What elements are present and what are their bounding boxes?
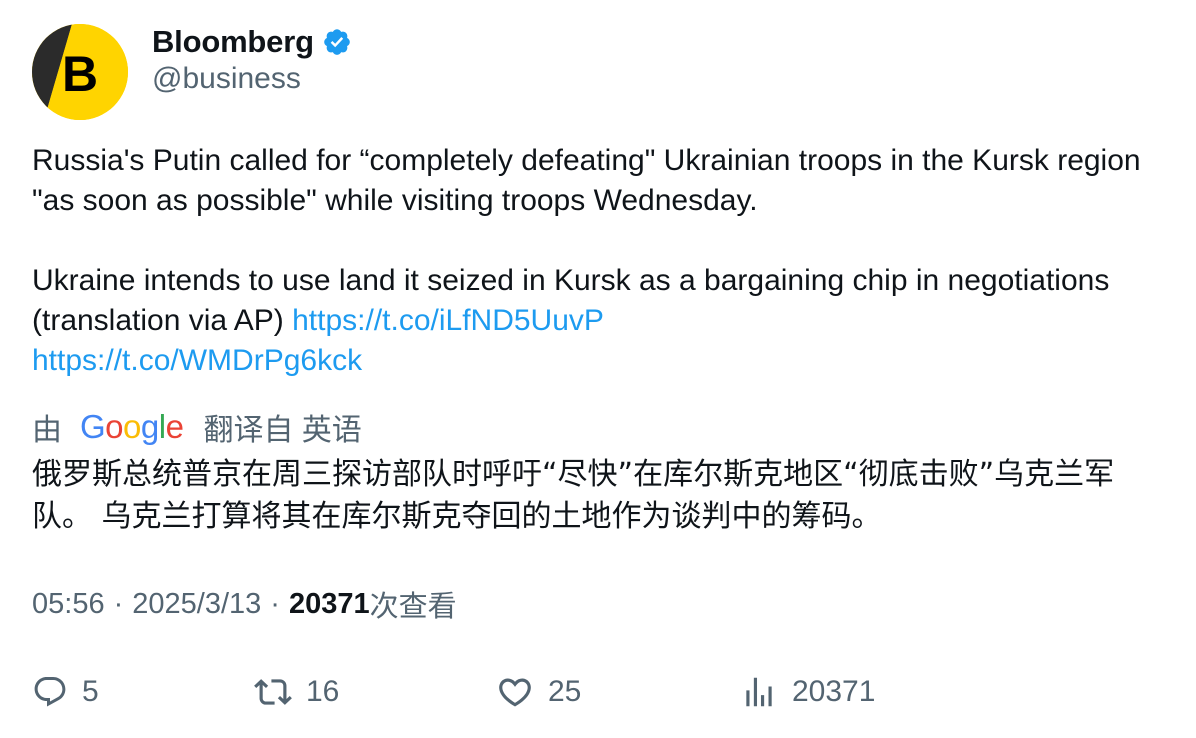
meta-separator-2: · — [270, 587, 280, 620]
views-button[interactable]: 20371 — [740, 671, 875, 713]
tweet: B Bloomberg @business Russia's Putin cal… — [0, 0, 1196, 738]
tweet-paragraph-2: Ukraine intends to use land it seized in… — [32, 261, 1172, 341]
author-name-row: Bloomberg — [152, 22, 352, 62]
tweet-paragraph-1: Russia's Putin called for “completely de… — [32, 144, 1141, 217]
translation-prefix: 由 — [32, 414, 62, 447]
translation-suffix: 翻译自 英语 — [203, 414, 362, 447]
reply-icon — [32, 674, 68, 710]
reply-button[interactable]: 5 — [32, 671, 99, 713]
translation-attribution: 由 Google 翻译自 英语 — [32, 406, 362, 448]
like-button[interactable]: 25 — [496, 671, 581, 713]
retweet-count: 16 — [306, 675, 340, 708]
avatar-letter: B — [62, 46, 98, 102]
author-name[interactable]: Bloomberg — [152, 24, 314, 60]
author-avatar[interactable]: B — [32, 24, 128, 120]
bar-chart-icon — [740, 673, 778, 711]
tweet-date[interactable]: 2025/3/13 — [132, 588, 261, 621]
bloomberg-logo: B — [32, 24, 128, 120]
views-count: 20371 — [288, 587, 370, 620]
google-logo: Google — [80, 408, 184, 445]
heart-icon — [496, 673, 534, 711]
tweet-link-2[interactable]: https://t.co/WMDrPg6kck — [32, 344, 362, 377]
tweet-time[interactable]: 05:56 — [32, 588, 105, 621]
reply-count: 5 — [82, 675, 99, 708]
tweet-text: Russia's Putin called for “completely de… — [32, 141, 1172, 381]
translated-text: 俄罗斯总统普京在周三探访部队时呼吁“尽快”在库尔斯克地区“彻底击败”乌克兰军队。… — [32, 457, 1115, 534]
retweet-button[interactable]: 16 — [254, 671, 339, 713]
tweet-link-1[interactable]: https://t.co/iLfND5UuvP — [292, 304, 604, 337]
author-handle[interactable]: @business — [152, 62, 301, 96]
tweet-meta: 05:56 · 2025/3/13 · 20371 次查看 — [32, 584, 457, 624]
views-label: 次查看 — [369, 591, 457, 623]
like-count: 25 — [548, 675, 582, 708]
views-action-count: 20371 — [792, 675, 876, 708]
tweet-paragraph-3: https://t.co/WMDrPg6kck — [32, 341, 1172, 381]
verified-badge-icon[interactable] — [322, 27, 352, 57]
retweet-icon — [254, 673, 292, 711]
meta-separator-1: · — [113, 587, 124, 620]
